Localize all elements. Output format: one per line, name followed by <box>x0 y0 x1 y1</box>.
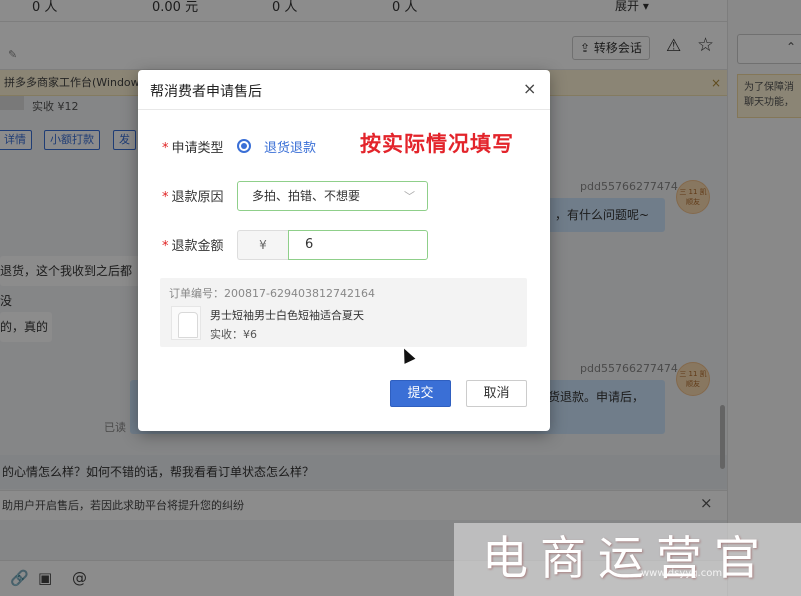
product-thumbnail <box>171 306 201 340</box>
refund-type-option[interactable]: 退货退款 <box>264 137 316 156</box>
refund-amount-input[interactable]: 6 <box>288 230 428 260</box>
type-label: * 申请类型 <box>162 137 224 156</box>
order-number: 订单编号：200817-629403812742164 <box>169 287 375 300</box>
watermark-logo: 电商运营官 <box>482 531 772 585</box>
amount-label: * 退款金额 <box>162 235 224 254</box>
reason-label-text: 退款原因 <box>171 190 224 205</box>
required-mark: * <box>162 239 169 254</box>
product-name: 男士短袖男士白色短袖适合夏天 <box>210 309 364 322</box>
paid-amount: 实收：¥6 <box>210 328 257 341</box>
reason-label: * 退款原因 <box>162 186 224 205</box>
order-card: 订单编号：200817-629403812742164 男士短袖男士白色短袖适合… <box>160 278 527 347</box>
close-icon[interactable]: × <box>523 79 536 99</box>
annotation-text: 按实际情况填写 <box>360 132 514 156</box>
amount-label-text: 退款金额 <box>171 239 224 254</box>
after-sales-dialog: 帮消费者申请售后 × * 申请类型 退货退款 按实际情况填写 * 退款原因 多拍、拍… <box>138 70 550 431</box>
currency-prefix: ¥ <box>237 230 288 260</box>
type-label-text: 申请类型 <box>171 141 224 156</box>
dialog-title: 帮消费者申请售后 <box>150 84 262 100</box>
chevron-down-icon[interactable]: ﹀ <box>404 188 415 204</box>
required-mark: * <box>162 141 169 156</box>
watermark-url: www.dsyyg.com <box>641 568 723 579</box>
refund-reason-select[interactable]: 多拍、拍错、不想要 <box>237 181 428 211</box>
required-mark: * <box>162 190 169 205</box>
cancel-button[interactable]: 取消 <box>466 380 527 407</box>
submit-button[interactable]: 提交 <box>390 380 451 407</box>
refund-type-radio[interactable] <box>237 139 251 153</box>
dialog-header: 帮消费者申请售后 × <box>138 70 550 110</box>
